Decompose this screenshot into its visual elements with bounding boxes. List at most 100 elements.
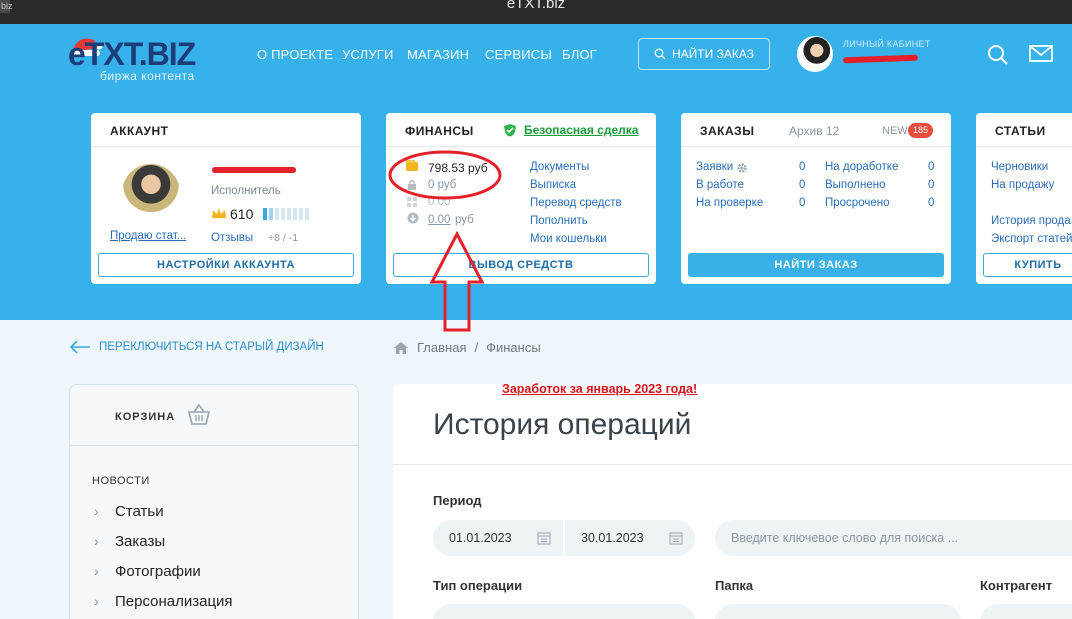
switch-old-design-link[interactable]: ПЕРЕКЛЮЧИТЬСЯ НА СТАРЫЙ ДИЗАЙН — [99, 341, 324, 353]
sidebar-item-orders[interactable]: Заказы — [115, 533, 165, 550]
nav-tools[interactable]: СЕРВИСЫ — [485, 47, 552, 62]
keyword-search-input[interactable]: Введите ключевое слово для поиска ... — [715, 520, 1072, 556]
orders-rework-count: 0 — [928, 161, 935, 173]
keyword-search-placeholder: Введите ключевое слово для поиска ... — [731, 531, 959, 545]
account-settings-button[interactable]: НАСТРОЙКИ АККАУНТА — [98, 253, 354, 277]
nav-about[interactable]: О ПРОЕКТЕ — [257, 47, 333, 62]
calendar-icon[interactable] — [537, 531, 551, 545]
chevron-right-icon: › — [94, 563, 99, 579]
sidebar-section-news: НОВОСТИ — [92, 475, 150, 487]
orders-rework-link[interactable]: На доработке — [825, 161, 898, 173]
orders-card-header: ЗАКАЗЫ Архив 12 NEW 185 — [681, 113, 951, 147]
orders-requests-count: 0 — [799, 161, 806, 173]
finance-card-title: ФИНАНСЫ — [405, 124, 474, 138]
date-to-field[interactable]: 30.01.2023 — [565, 520, 695, 556]
orders-overdue-count: 0 — [928, 197, 935, 209]
articles-card-title: СТАТЬИ — [995, 124, 1046, 138]
account-card: АККАУНТ Исполнитель 610 Продаю стат... О… — [91, 113, 361, 284]
orders-requests-link[interactable]: Заявки — [696, 161, 733, 173]
calendar-icon[interactable] — [669, 531, 683, 545]
nav-services[interactable]: УСЛУГИ — [342, 47, 394, 62]
nav-blog[interactable]: БЛОГ — [562, 47, 597, 62]
arrow-left-icon[interactable] — [69, 340, 91, 354]
tab-label: biz — [0, 0, 13, 13]
wallets-link[interactable]: Мои кошельки — [530, 233, 607, 245]
articles-sales-history-link[interactable]: История прода — [991, 215, 1071, 227]
annotation-caption: Заработок за январь 2023 года! — [502, 382, 698, 396]
orders-review-link[interactable]: На проверке — [696, 197, 763, 209]
articles-card-header: СТАТЬИ — [976, 113, 1072, 147]
date-from-value: 01.01.2023 — [449, 531, 512, 545]
orders-review-count: 0 — [799, 197, 806, 209]
account-card-header: АККАУНТ — [91, 113, 361, 147]
account-role: Исполнитель — [211, 185, 281, 197]
rating-bar — [263, 208, 309, 220]
orders-done-count: 0 — [928, 179, 935, 191]
contractor-select[interactable] — [980, 604, 1072, 619]
orders-overdue-link[interactable]: Просрочено — [825, 197, 889, 209]
orders-done-link[interactable]: Выполнено — [825, 179, 886, 191]
cart-label[interactable]: КОРЗИНА — [115, 411, 175, 423]
reviews-value: +8 / -1 — [268, 232, 299, 244]
annotation-overlay — [388, 150, 502, 332]
breadcrumb-separator: / — [474, 340, 479, 355]
documents-link[interactable]: Документы — [530, 161, 589, 173]
sidebar-divider — [70, 445, 358, 446]
selling-link[interactable]: Продаю стат... — [110, 230, 186, 242]
find-order-button[interactable]: НАЙТИ ЗАКАЗ — [688, 253, 944, 277]
sidebar: КОРЗИНА НОВОСТИ › Статьи › Заказы › Фото… — [69, 384, 359, 619]
mail-icon[interactable] — [1029, 44, 1053, 64]
title-divider — [393, 464, 1072, 465]
sidebar-item-photos[interactable]: Фотографии — [115, 563, 201, 580]
articles-forsale-link[interactable]: На продажу — [991, 179, 1054, 191]
statement-link[interactable]: Выписка — [530, 179, 576, 191]
articles-export-link[interactable]: Экспорт статей — [991, 233, 1072, 245]
articles-card: СТАТЬИ Черновики На продажу История прод… — [976, 113, 1072, 284]
search-icon — [654, 48, 666, 60]
contractor-label: Контрагент — [980, 578, 1053, 593]
shield-check-icon — [504, 124, 516, 137]
chevron-right-icon: › — [94, 533, 99, 549]
orders-new-badge: 185 — [908, 123, 934, 138]
orders-new-label: NEW — [882, 125, 908, 137]
reviews-link[interactable]: Отзывы — [211, 232, 253, 244]
articles-drafts-link[interactable]: Черновики — [991, 161, 1048, 173]
folder-label: Папка — [715, 578, 754, 593]
sidebar-item-articles[interactable]: Статьи — [115, 503, 164, 520]
account-rating: 610 — [230, 206, 254, 222]
date-from-field[interactable]: 01.01.2023 — [433, 520, 563, 556]
nav-shop[interactable]: МАГАЗИН — [407, 47, 469, 62]
chevron-right-icon: › — [94, 593, 99, 609]
folder-select[interactable] — [715, 604, 961, 619]
avatar[interactable] — [122, 164, 180, 222]
user-avatar-header[interactable] — [797, 36, 833, 72]
topup-link[interactable]: Пополнить — [530, 215, 588, 227]
find-order-header-label: НАЙТИ ЗАКАЗ — [672, 47, 754, 61]
account-card-title: АККАУНТ — [110, 124, 169, 138]
cabinet-label[interactable]: ЛИЧНЫЙ КАБИНЕТ — [843, 39, 931, 49]
finance-card-header: ФИНАНСЫ Безопасная сделка — [386, 113, 656, 147]
logo-tagline: биржа контента — [100, 69, 195, 83]
redacted-username — [212, 167, 296, 173]
buy-articles-button[interactable]: КУПИТЬ — [983, 253, 1072, 277]
operation-type-select[interactable] — [433, 604, 695, 619]
breadcrumb-current: Финансы — [486, 340, 541, 355]
date-to-value: 30.01.2023 — [581, 531, 644, 545]
breadcrumb-home[interactable]: Главная — [417, 340, 466, 355]
sidebar-item-personalization[interactable]: Персонализация — [115, 593, 233, 610]
transfer-link[interactable]: Перевод средств — [530, 197, 622, 209]
window-title: eTXT.biz — [506, 0, 566, 12]
site-logo[interactable]: eTXT.BIZ — [68, 36, 196, 73]
orders-inwork-count: 0 — [799, 179, 806, 191]
find-order-header-button[interactable]: НАЙТИ ЗАКАЗ — [638, 38, 770, 70]
orders-inwork-link[interactable]: В работе — [696, 179, 744, 191]
breadcrumb: Главная / Финансы — [393, 340, 541, 355]
crown-icon — [212, 208, 226, 218]
home-icon[interactable] — [393, 341, 409, 355]
search-icon[interactable] — [987, 44, 1009, 66]
safe-deal-link[interactable]: Безопасная сделка — [524, 123, 638, 137]
orders-archive[interactable]: Архив 12 — [789, 124, 839, 138]
basket-icon[interactable] — [187, 404, 211, 426]
operations-history-panel: История операций Период 01.01.2023 30.01… — [393, 384, 1072, 619]
gear-icon[interactable] — [736, 162, 748, 174]
